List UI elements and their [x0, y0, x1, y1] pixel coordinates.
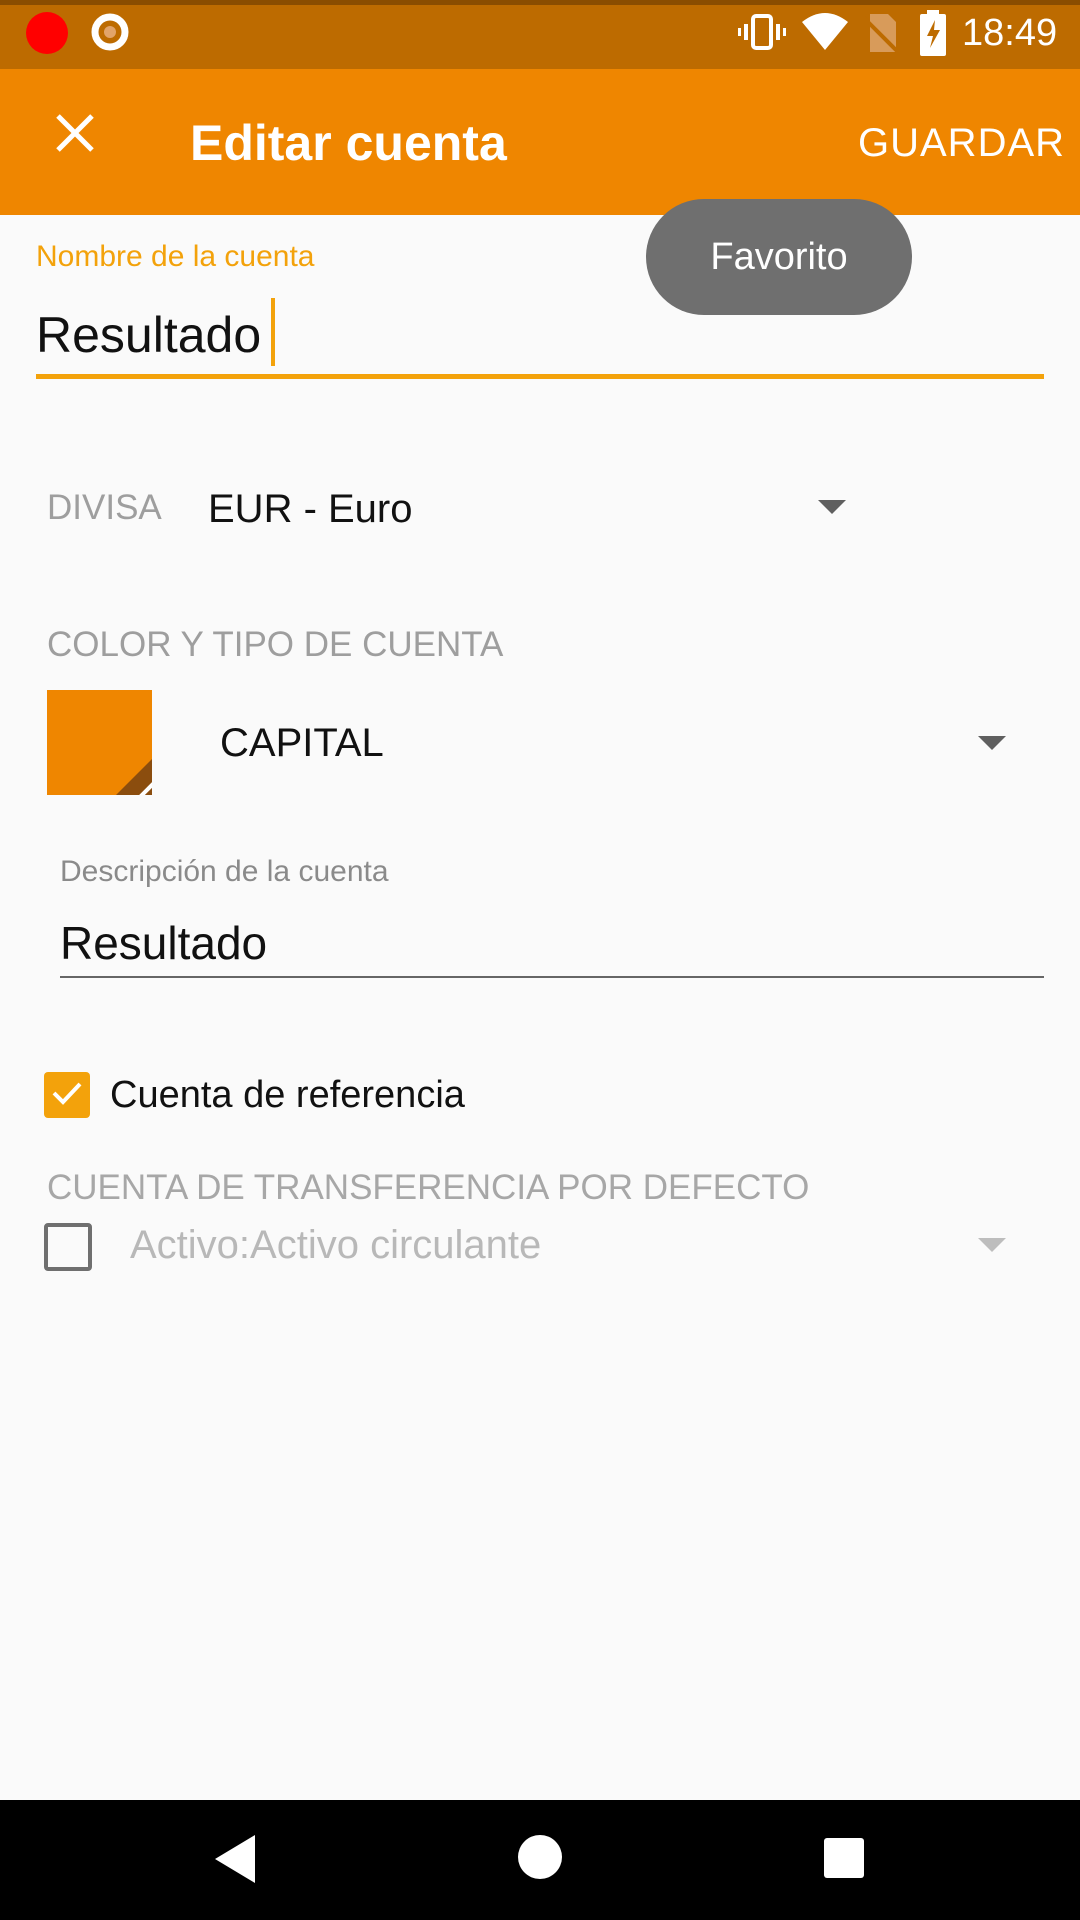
close-icon: [53, 111, 97, 160]
no-sim-icon: [862, 12, 900, 54]
description-label: Descripción de la cuenta: [60, 855, 389, 888]
default-transfer-checkbox[interactable]: [44, 1223, 92, 1271]
record-icon: [26, 12, 68, 54]
account-name-underline: [36, 374, 1044, 379]
color-type-label: COLOR Y TIPO DE CUENTA: [47, 625, 504, 664]
recent-apps-icon[interactable]: [824, 1838, 864, 1878]
account-type-select[interactable]: CAPITAL: [220, 710, 1020, 776]
default-transfer-label: CUENTA DE TRANSFERENCIA POR DEFECTO: [47, 1168, 810, 1207]
tooltip-text: Favorito: [710, 235, 848, 278]
battery-charging-icon: [918, 10, 948, 56]
dropdown-arrow-icon: [818, 500, 846, 514]
dropdown-arrow-icon: [978, 1238, 1006, 1252]
currency-label: DIVISA: [47, 488, 162, 527]
default-transfer-value: Activo:Activo circulante: [130, 1222, 542, 1267]
text-cursor: [271, 298, 275, 366]
default-transfer-select[interactable]: Activo:Activo circulante: [130, 1215, 1030, 1275]
account-name-input[interactable]: [36, 295, 1044, 375]
account-type-value: CAPITAL: [220, 720, 384, 765]
currency-select[interactable]: EUR - Euro: [208, 476, 858, 542]
status-time: 18:49: [962, 12, 1058, 54]
account-name-label: Nombre de la cuenta: [36, 240, 315, 273]
description-input[interactable]: [60, 905, 1044, 980]
save-button[interactable]: GUARDAR: [858, 108, 1065, 178]
color-swatch[interactable]: [47, 690, 152, 795]
back-icon[interactable]: [215, 1835, 255, 1883]
close-button[interactable]: [40, 100, 110, 170]
home-icon[interactable]: [518, 1835, 562, 1879]
wifi-icon: [800, 12, 850, 52]
reference-account-checkbox[interactable]: [44, 1072, 90, 1118]
favorite-tooltip: Favorito: [646, 199, 912, 315]
page-title: Editar cuenta: [190, 115, 507, 171]
currency-value: EUR - Euro: [208, 486, 413, 531]
reference-account-label: Cuenta de referencia: [110, 1074, 465, 1116]
vibrate-icon: [738, 12, 786, 52]
checkmark-icon: [49, 1075, 85, 1116]
dropdown-arrow-icon: [978, 736, 1006, 750]
description-underline: [60, 976, 1044, 978]
target-icon: [90, 12, 130, 52]
